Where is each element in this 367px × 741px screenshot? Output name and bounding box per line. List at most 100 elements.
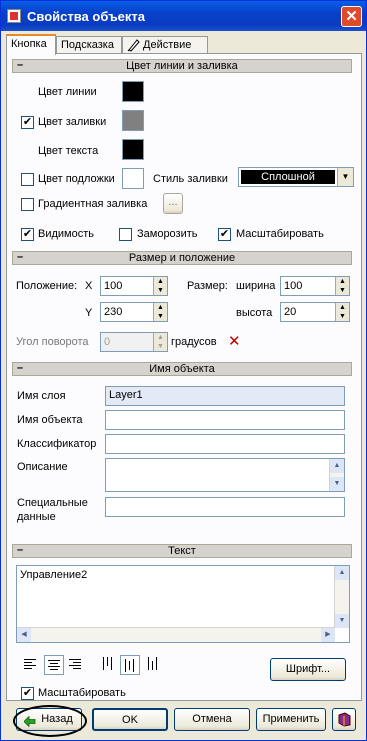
scroll-right-icon[interactable]: ▶ [321,628,335,642]
valign-middle-icon[interactable] [120,655,140,675]
align-center-icon[interactable] [44,655,64,675]
tab-tooltip[interactable]: Подсказка [56,36,122,54]
backing-color-checkbox[interactable] [21,173,34,186]
y-label: Y [85,307,93,319]
cancel-button[interactable]: Отмена [174,708,250,731]
backing-color-label: Цвет подложки [38,173,115,185]
tab-action[interactable]: Действие [122,36,208,54]
ok-button[interactable]: OK [92,708,168,731]
gradient-checkbox[interactable] [21,198,34,211]
layer-name-field[interactable]: Layer1 [105,386,345,406]
section-line-fill-header[interactable]: – Цвет линии и заливка [12,59,352,73]
collapse-icon[interactable]: – [17,544,23,556]
y-value: 230 [104,306,123,318]
text-content-value: Управление2 [20,569,88,581]
valign-top-icon[interactable] [101,657,117,671]
line-color-label: Цвет линии [38,86,97,98]
check-mark: ✔ [22,687,33,699]
spin-down-icon[interactable]: ▼ [336,286,349,295]
scroll-down-icon[interactable]: ▼ [330,477,344,491]
scroll-left-icon[interactable]: ◀ [17,628,31,642]
spin-up-icon[interactable]: ▲ [154,303,167,312]
spin-up-icon[interactable]: ▲ [336,277,349,286]
x-value: 100 [104,280,123,292]
y-spinner[interactable]: 230 ▲ ▼ [100,302,168,322]
fill-style-select[interactable]: Сплошной ▼ [238,167,354,187]
collapse-icon[interactable]: – [17,59,23,71]
text-color-label: Цвет текста [38,145,99,157]
spin-up-icon[interactable]: ▲ [154,277,167,286]
scroll-down-icon[interactable]: ▼ [335,614,349,628]
rotation-spinner[interactable]: 0 ▲ ▼ [100,332,168,352]
section-size-position-header[interactable]: – Размер и положение [12,251,352,265]
width-spinner[interactable]: 100 ▲ ▼ [280,276,350,296]
close-button[interactable]: ✕ [341,6,362,27]
spin-arrows[interactable]: ▲ ▼ [153,303,167,321]
spin-down-icon[interactable]: ▼ [154,312,167,321]
text-vertical-scrollbar[interactable]: ▲ ▼ [334,566,349,628]
align-left-icon[interactable] [23,658,39,672]
description-scrollbar[interactable]: ▲ ▼ [329,459,344,491]
help-button[interactable] [332,708,356,731]
title-bar[interactable]: Свойства объекта ✕ [1,1,366,31]
font-button[interactable]: Шрифт... [270,658,346,681]
text-content-area[interactable]: Управление2 ▲ ▼ ◀ ▶ [16,565,350,643]
line-color-swatch[interactable] [122,81,144,102]
scroll-up-icon[interactable]: ▲ [335,566,349,580]
collapse-icon[interactable]: – [17,362,23,374]
special-data-field[interactable] [105,497,345,517]
object-name-field[interactable] [105,410,345,430]
align-right-icon[interactable] [68,658,84,672]
width-value: 100 [284,280,303,292]
section-title: Текст [168,545,196,557]
spin-arrows[interactable]: ▲ ▼ [335,277,349,295]
fill-style-value: Сплошной [241,170,335,184]
description-field[interactable]: ▲ ▼ [105,458,345,492]
spin-arrows[interactable]: ▲ ▼ [153,333,167,351]
tab-action-label: Действие [143,39,192,51]
spin-arrows[interactable]: ▲ ▼ [335,303,349,321]
tab-button[interactable]: Кнопка [6,34,56,55]
gradient-button[interactable]: ... [163,193,183,214]
fill-color-swatch[interactable] [122,110,144,131]
apply-button[interactable]: Применить [256,708,326,731]
scroll-up-icon[interactable]: ▲ [330,459,344,473]
text-scale-label: Масштабировать [38,687,126,699]
text-scale-checkbox[interactable]: ✔ [21,687,34,700]
reset-rotation-icon[interactable]: ✕ [228,332,241,350]
tab-panel: – Цвет линии и заливка Цвет линии ✔ Цвет… [6,53,362,701]
app-icon [7,9,21,23]
valign-bottom-icon[interactable] [146,657,162,671]
chevron-down-icon[interactable]: ▼ [337,168,353,186]
visible-checkbox[interactable]: ✔ [21,228,34,241]
spin-down-icon[interactable]: ▼ [154,342,167,351]
fill-color-checkbox[interactable]: ✔ [21,116,34,129]
size-label: Размер: [187,280,228,292]
collapse-icon[interactable]: – [17,251,23,263]
x-spinner[interactable]: 100 ▲ ▼ [100,276,168,296]
freeze-checkbox[interactable] [119,228,132,241]
degrees-label: градусов [171,336,217,348]
section-text-header[interactable]: – Текст [12,544,352,558]
description-label: Описание [17,461,68,473]
height-spinner[interactable]: 20 ▲ ▼ [280,302,350,322]
spin-down-icon[interactable]: ▼ [154,286,167,295]
spin-up-icon[interactable]: ▲ [336,303,349,312]
window-title: Свойства объекта [27,9,146,24]
help-book-icon [337,712,352,735]
scale-checkbox[interactable]: ✔ [218,228,231,241]
spin-arrows[interactable]: ▲ ▼ [153,277,167,295]
x-label: X [85,280,93,292]
special-data-label: Специальные данные [17,497,88,523]
gradient-label: Градиентная заливка [38,198,148,210]
text-color-swatch[interactable] [122,139,144,160]
check-mark: ✔ [219,228,230,240]
text-horizontal-scrollbar[interactable]: ◀ ▶ [17,627,335,642]
backing-color-swatch[interactable] [122,168,144,189]
section-object-name-header[interactable]: – Имя объекта [12,362,352,376]
spin-up-icon[interactable]: ▲ [154,333,167,342]
fill-style-label: Стиль заливки [153,173,228,185]
check-mark: ✔ [22,116,33,128]
classifier-field[interactable] [105,434,345,454]
spin-down-icon[interactable]: ▼ [336,312,349,321]
